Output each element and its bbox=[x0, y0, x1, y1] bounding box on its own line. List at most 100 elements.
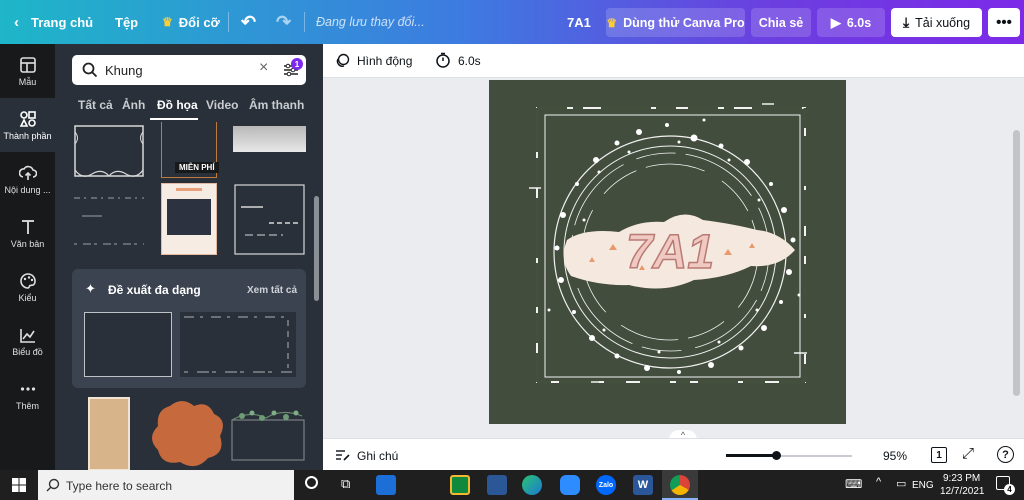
page-count: 1 bbox=[936, 449, 942, 461]
rail-item-styles[interactable]: Kiểu bbox=[0, 260, 55, 314]
tab-videos[interactable]: Video bbox=[206, 98, 238, 112]
elements-panel: Khung × 1 Tất cả Ảnh Đồ họa Video Âm tha… bbox=[55, 44, 323, 470]
mail-icon[interactable] bbox=[376, 475, 396, 495]
rail-item-more[interactable]: Thêm bbox=[0, 368, 55, 422]
suggestions-section: ✦ Đề xuất đa dạng Xem tất cả bbox=[72, 269, 306, 388]
word-icon[interactable]: W bbox=[633, 475, 653, 495]
tab-audio[interactable]: Âm thanh bbox=[249, 98, 304, 112]
frame-thumbnail[interactable] bbox=[84, 312, 172, 377]
notes-button[interactable]: Ghi chú bbox=[357, 449, 398, 463]
zoom-level[interactable]: 95% bbox=[883, 449, 907, 463]
page-count-button[interactable]: 1 bbox=[931, 447, 947, 463]
duration-button[interactable]: 6.0s bbox=[458, 54, 481, 68]
play-icon: ▶ bbox=[830, 14, 841, 30]
clock-date[interactable]: 12/7/2021 bbox=[940, 486, 985, 497]
zalo-icon[interactable]: Zalo bbox=[596, 475, 616, 495]
resize-button[interactable]: ♛ Đổi cỡ bbox=[162, 0, 220, 44]
search-input[interactable]: Khung bbox=[105, 63, 143, 78]
taskbar-search[interactable]: Type here to search bbox=[38, 470, 294, 500]
more-horizontal-icon: ••• bbox=[996, 14, 1012, 31]
see-all-link[interactable]: Xem tất cả bbox=[247, 285, 297, 296]
frame-thumbnail[interactable] bbox=[233, 126, 306, 152]
language-indicator[interactable]: ENG bbox=[912, 480, 934, 491]
download-button[interactable]: ⤓ Tải xuống bbox=[891, 8, 982, 37]
rail-label: Thành phần bbox=[3, 130, 52, 141]
tab-photos[interactable]: Ảnh bbox=[122, 98, 145, 112]
animate-button[interactable]: Hình động bbox=[357, 54, 412, 68]
clock-time[interactable]: 9:23 PM bbox=[943, 473, 980, 484]
chevron-up-icon[interactable]: ^ bbox=[876, 476, 881, 488]
taskbar-search-input[interactable]: Type here to search bbox=[66, 479, 172, 493]
undo-icon[interactable]: ↶ bbox=[241, 0, 256, 44]
design-title[interactable]: 7A1 bbox=[567, 0, 591, 44]
timer-icon bbox=[436, 52, 450, 68]
top-bar: ‹ Trang chủ Tệp ♛ Đổi cỡ ↶ ↷ Đang lưu th… bbox=[0, 0, 1024, 44]
notes-icon bbox=[336, 450, 350, 461]
redo-icon[interactable]: ↷ bbox=[276, 0, 291, 44]
windows-taskbar: Type here to search ⧉ Zalo W ⌨ ^ ▭ ENG 9… bbox=[0, 470, 1024, 500]
search-icon bbox=[82, 62, 98, 78]
store-icon[interactable] bbox=[450, 475, 470, 495]
photos-icon[interactable] bbox=[487, 475, 507, 495]
download-label: Tải xuống bbox=[915, 15, 971, 30]
cortana-icon[interactable] bbox=[305, 476, 318, 489]
free-badge: MIỄN PHÍ bbox=[175, 162, 219, 173]
chrome-taskbar-item[interactable] bbox=[662, 470, 698, 500]
frame-thumbnail[interactable] bbox=[150, 398, 228, 470]
zoom-slider-handle[interactable] bbox=[772, 451, 781, 460]
tab-all[interactable]: Tất cả bbox=[78, 98, 113, 112]
share-button[interactable]: Chia sẻ bbox=[751, 8, 811, 37]
search-icon bbox=[46, 478, 60, 492]
divider bbox=[228, 12, 229, 32]
active-tab-indicator bbox=[150, 118, 198, 120]
keyboard-icon[interactable]: ⌨ bbox=[845, 477, 862, 491]
rail-item-text[interactable]: Văn bản bbox=[0, 206, 55, 260]
frame-thumbnail[interactable] bbox=[88, 397, 130, 470]
chrome-icon bbox=[670, 475, 690, 495]
home-button[interactable]: ‹ Trang chủ bbox=[14, 0, 93, 44]
rail-item-charts[interactable]: Biểu đồ bbox=[0, 314, 55, 368]
rail-item-elements[interactable]: Thành phần bbox=[0, 98, 55, 152]
edge-icon[interactable] bbox=[522, 475, 542, 495]
resize-label: Đổi cỡ bbox=[178, 14, 220, 30]
design-canvas[interactable]: 7A1 bbox=[489, 80, 846, 424]
panel-scrollbar[interactable] bbox=[314, 196, 319, 301]
frame-thumbnail[interactable] bbox=[72, 194, 146, 250]
templates-icon bbox=[19, 56, 36, 73]
network-icon[interactable]: ▭ bbox=[896, 477, 906, 490]
frame-thumbnail[interactable] bbox=[233, 183, 306, 256]
frame-thumbnail[interactable] bbox=[180, 312, 296, 377]
zalo-label: Zalo bbox=[598, 481, 614, 489]
sparkle-icon: ✦ bbox=[85, 281, 96, 296]
try-pro-button[interactable]: ♛ Dùng thử Canva Pro bbox=[606, 8, 745, 37]
more-icon bbox=[20, 386, 35, 391]
fullscreen-icon[interactable]: ⤢ bbox=[962, 445, 974, 462]
text-icon bbox=[21, 219, 34, 234]
file-menu[interactable]: Tệp bbox=[115, 0, 138, 44]
animate-icon bbox=[336, 53, 350, 67]
help-icon[interactable]: ? bbox=[997, 446, 1014, 463]
zoom-slider-fill bbox=[726, 454, 776, 457]
filter-count-badge: 1 bbox=[291, 58, 303, 70]
tab-graphics[interactable]: Đồ họa bbox=[157, 98, 198, 112]
canvas-title-text[interactable]: 7A1 bbox=[625, 225, 715, 280]
zoom-app-icon[interactable] bbox=[560, 475, 580, 495]
play-button[interactable]: ▶ 6.0s bbox=[817, 8, 885, 37]
frame-thumbnail[interactable] bbox=[72, 124, 146, 180]
more-options-button[interactable]: ••• bbox=[988, 8, 1020, 37]
frame-thumbnail[interactable] bbox=[230, 406, 308, 466]
task-view-icon[interactable]: ⧉ bbox=[341, 476, 350, 492]
rail-label: Nội dung ... bbox=[4, 184, 51, 195]
rail-item-uploads[interactable]: Nội dung ... bbox=[0, 152, 55, 206]
try-pro-label: Dùng thử Canva Pro bbox=[623, 15, 745, 30]
search-box[interactable]: Khung × 1 bbox=[72, 55, 306, 85]
frame-graphic[interactable]: 7A1 bbox=[489, 80, 846, 424]
rail-item-templates[interactable]: Mẫu bbox=[0, 44, 55, 98]
frame-thumbnail[interactable] bbox=[161, 183, 217, 255]
clear-icon[interactable]: × bbox=[259, 59, 268, 77]
rail-label: Văn bản bbox=[10, 238, 45, 249]
windows-start-icon[interactable] bbox=[12, 478, 26, 492]
canvas-scrollbar[interactable] bbox=[1013, 130, 1020, 396]
chart-icon bbox=[19, 328, 35, 343]
save-status: Đang lưu thay đổi... bbox=[316, 15, 425, 29]
